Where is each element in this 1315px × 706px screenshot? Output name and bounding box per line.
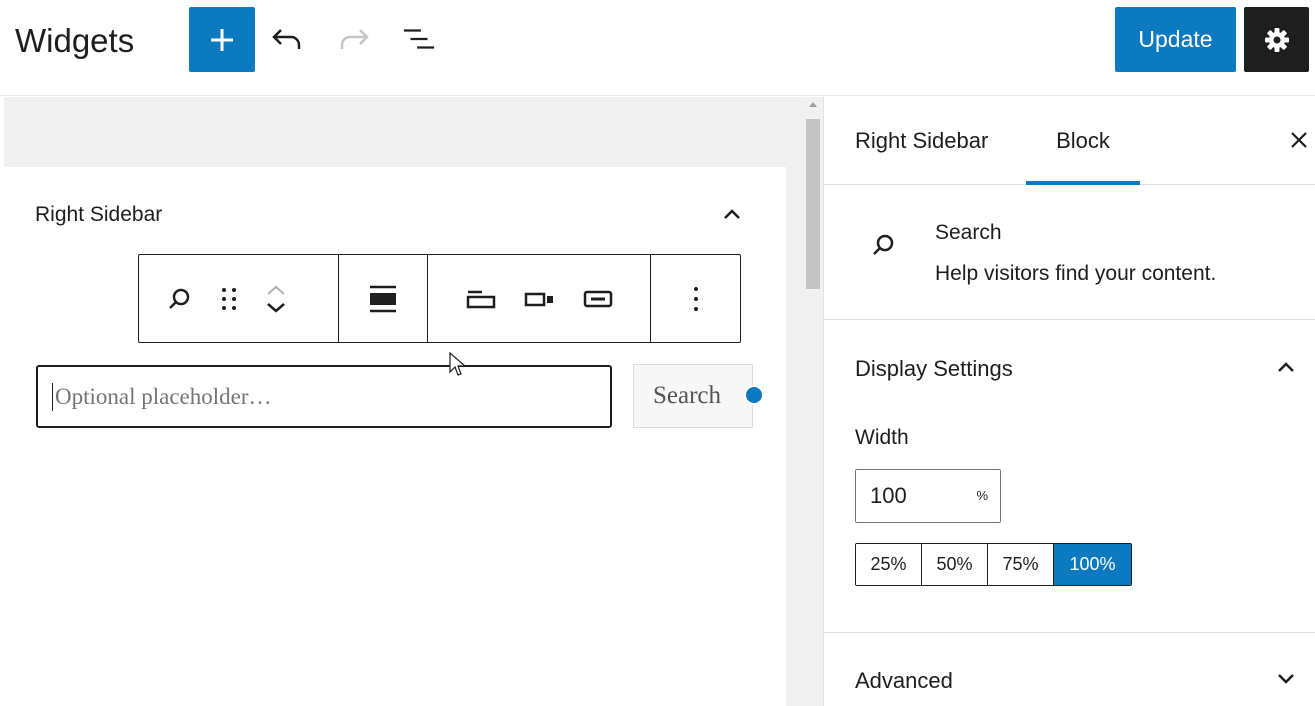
undo-icon (272, 29, 301, 49)
close-icon (1291, 132, 1307, 148)
list-view-icon (403, 29, 435, 49)
width-unit[interactable]: % (976, 488, 988, 503)
display-settings-title[interactable]: Display Settings (855, 356, 1013, 382)
plus-icon (211, 28, 233, 51)
move-up-icon[interactable] (265, 284, 287, 296)
search-submit-button[interactable]: Search (633, 364, 753, 428)
width-label: Width (855, 426, 909, 449)
block-type-button[interactable] (167, 286, 193, 312)
settings-sidebar: Right Sidebar Block Search Help visitors… (823, 97, 1315, 706)
scrollbar-thumb[interactable] (806, 119, 820, 289)
undo-button[interactable] (270, 22, 304, 56)
drag-handle-icon (222, 287, 236, 310)
search-placeholder-input[interactable]: Optional placeholder… (36, 365, 612, 428)
toggle-label-icon (466, 290, 495, 308)
canvas-scrollbar[interactable] (804, 97, 823, 706)
more-vertical-icon (693, 286, 698, 311)
block-toolbar (138, 254, 741, 343)
search-icon (169, 288, 190, 309)
editor-header: Widgets Update (0, 0, 1315, 96)
block-card-description: Help visitors find your content. (935, 262, 1217, 285)
block-toolbar-group-transform (139, 255, 339, 342)
close-sidebar-button[interactable] (1286, 127, 1312, 153)
chevron-up-icon (1278, 362, 1294, 372)
block-card: Search Help visitors find your content. (824, 186, 1315, 320)
button-outside-icon (524, 292, 553, 306)
collapse-widget-area-button[interactable] (719, 201, 745, 227)
tab-widget-area[interactable]: Right Sidebar (855, 97, 988, 185)
widget-area: Right Sidebar (4, 167, 786, 706)
add-block-button[interactable] (189, 7, 255, 72)
block-mover (265, 284, 287, 314)
button-inside-icon (583, 290, 612, 307)
button-position-button[interactable] (523, 287, 555, 311)
advanced-panel: Advanced (824, 634, 1315, 706)
text-caret (52, 382, 53, 411)
scroll-up-arrow[interactable] (809, 102, 817, 107)
update-button[interactable]: Update (1115, 7, 1236, 72)
width-input[interactable]: 100 % (855, 469, 1001, 523)
label-toggle-button[interactable] (465, 287, 497, 311)
block-card-icon-wrap (871, 232, 897, 263)
move-down-icon[interactable] (265, 302, 287, 314)
drag-handle[interactable] (219, 285, 239, 313)
align-full-width-icon (370, 285, 396, 312)
block-toolbar-group-options (651, 255, 740, 342)
sidebar-tabs: Right Sidebar Block (824, 97, 1315, 185)
width-value: 100 (870, 483, 907, 508)
block-options-button[interactable] (691, 284, 701, 314)
mouse-cursor-icon (449, 352, 467, 376)
block-card-title: Search (935, 221, 1002, 244)
chevron-down-icon (1278, 674, 1294, 684)
widget-area-title: Right Sidebar (35, 203, 163, 226)
resize-handle[interactable] (744, 385, 764, 405)
tab-block[interactable]: Block (1026, 97, 1140, 185)
block-toolbar-group-align (339, 255, 428, 342)
redo-icon (340, 29, 369, 49)
align-button[interactable] (368, 284, 398, 314)
settings-button[interactable] (1244, 7, 1309, 72)
width-preset-25[interactable]: 25% (856, 544, 922, 585)
chevron-up-icon (724, 209, 740, 219)
button-style-button[interactable] (582, 287, 614, 311)
redo-button[interactable] (337, 22, 371, 56)
advanced-title[interactable]: Advanced (855, 668, 953, 694)
width-preset-50[interactable]: 50% (922, 544, 988, 585)
advanced-toggle[interactable] (1273, 666, 1299, 692)
page-title: Widgets (15, 22, 135, 59)
display-settings-toggle[interactable] (1273, 354, 1299, 380)
width-preset-100[interactable]: 100% (1054, 544, 1131, 585)
display-settings-panel: Display Settings Width 100 % 25% 50% 75%… (824, 321, 1315, 633)
search-icon (873, 234, 894, 255)
search-placeholder-text: Optional placeholder… (55, 383, 272, 409)
list-view-button[interactable] (402, 22, 436, 56)
width-preset-75[interactable]: 75% (988, 544, 1054, 585)
block-toolbar-group-search-options (428, 255, 651, 342)
gear-icon (1264, 27, 1289, 52)
width-preset-group: 25% 50% 75% 100% (855, 543, 1132, 586)
